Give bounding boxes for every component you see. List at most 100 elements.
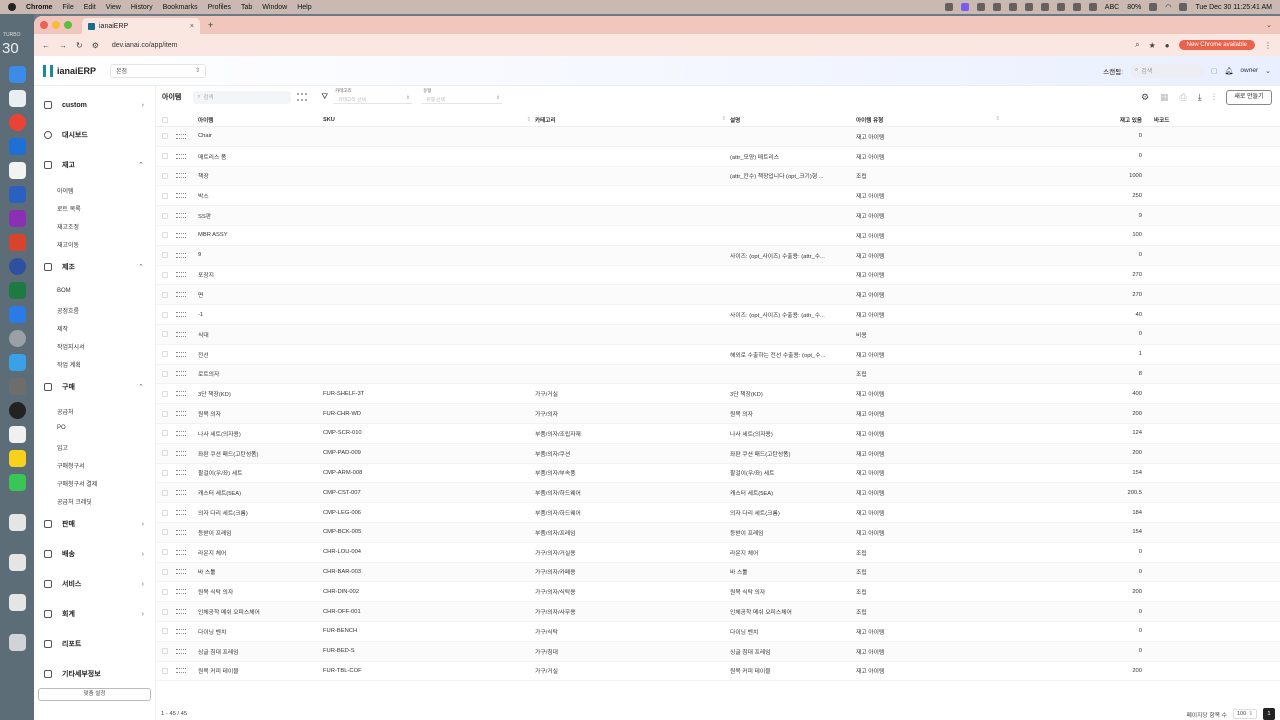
menu-view[interactable]: View xyxy=(106,4,121,11)
menu-tab[interactable]: Tab xyxy=(241,4,252,11)
row-checkbox[interactable] xyxy=(162,529,168,536)
download-icon[interactable]: ⤓ xyxy=(1198,92,1202,103)
sidebar-item-vendors[interactable]: 공급처 xyxy=(57,407,74,416)
status-icon[interactable] xyxy=(944,3,953,11)
per-page-select[interactable]: 100 ⇕ xyxy=(1233,709,1257,719)
table-row[interactable]: 캐스터 세트(5EA) CMP-CST-007 부품/의자/하드웨어 캐스터 세트(5… xyxy=(156,483,1280,504)
table-row[interactable]: 의자 다리 세트(크롬) CMP-LEG-006 부품/의자/하드웨어 의자 다리 세… xyxy=(156,503,1280,523)
drag-handle-icon[interactable] xyxy=(176,331,186,337)
row-checkbox[interactable] xyxy=(162,509,168,516)
drag-handle-icon[interactable] xyxy=(176,193,186,199)
tab-search-icon[interactable]: ⌄ xyxy=(1266,21,1272,29)
sidebar-item-vendor-credits[interactable]: 공급처 크레딧 xyxy=(57,497,92,506)
drag-handle-icon[interactable] xyxy=(176,609,186,615)
drag-handle-icon[interactable] xyxy=(176,411,186,417)
drag-handle-icon[interactable] xyxy=(176,213,186,219)
calculator-icon[interactable] xyxy=(9,378,26,395)
row-checkbox[interactable] xyxy=(162,133,168,140)
table-row[interactable]: 라운지 체어 CHR-LOU-004 가구/의자/거실용 라운지 체어 조립 0 xyxy=(156,543,1280,563)
profile-icon[interactable]: ● xyxy=(1165,41,1170,50)
table-row[interactable]: 인체공학 메쉬 오피스체어 CHR-OFF-001 가구/의자/사무용 인체공학 메쉬… xyxy=(156,602,1280,622)
row-checkbox[interactable] xyxy=(162,390,168,397)
type-select[interactable]: 유형 유형 선택 ⇕ xyxy=(422,88,503,104)
drag-handle-icon[interactable] xyxy=(176,133,186,139)
sliders-icon[interactable]: ⫶ xyxy=(1213,92,1215,103)
row-checkbox[interactable] xyxy=(162,648,168,655)
onenote-icon[interactable] xyxy=(9,210,26,227)
sidebar-item-transfer[interactable]: 재고이동 xyxy=(57,240,79,249)
trash-icon[interactable] xyxy=(9,634,26,651)
sort-icon[interactable]: ⇕ xyxy=(721,116,726,122)
drag-handle-icon[interactable] xyxy=(176,569,186,575)
screen-record-icon[interactable] xyxy=(960,3,969,11)
col-category[interactable]: 카테고리 ⇕ xyxy=(535,116,730,124)
drag-handle-icon[interactable] xyxy=(176,153,186,159)
bell-icon[interactable]: 🔔︎ xyxy=(1225,67,1234,75)
page-1-button[interactable]: 1 xyxy=(1263,708,1275,720)
sidebar-item-work-plan[interactable]: 작업 계획 xyxy=(57,360,81,369)
sidebar-item-bill-payments[interactable]: 구매청구서 결제 xyxy=(57,479,97,488)
status-icon[interactable] xyxy=(976,3,985,11)
status-icon[interactable] xyxy=(1040,3,1049,11)
menu-file[interactable]: File xyxy=(62,4,73,11)
sidebar-item-adjust[interactable]: 재고조정 xyxy=(57,222,79,231)
table-row[interactable]: -1 사이즈: (opt_사이즈) 수출용: (attr_수... 재고 아이템 40 xyxy=(156,305,1280,325)
row-checkbox[interactable] xyxy=(162,252,168,259)
row-checkbox[interactable] xyxy=(162,271,168,278)
row-checkbox[interactable] xyxy=(162,430,168,437)
row-checkbox[interactable] xyxy=(162,192,168,199)
select-all-checkbox[interactable] xyxy=(162,117,168,123)
zoom-window-icon[interactable] xyxy=(64,21,72,29)
outlook-icon[interactable] xyxy=(9,138,26,155)
logo-icon[interactable] xyxy=(43,64,53,77)
app-icon[interactable] xyxy=(9,258,26,275)
browser-tab[interactable]: ianaiERP × xyxy=(82,18,200,34)
col-in-stock[interactable]: 재고 있음 xyxy=(1004,116,1146,124)
drag-handle-icon[interactable] xyxy=(176,430,186,436)
table-row[interactable]: 매트리스 폼 (attr_모양) 매트리스 재고 아이템 0 xyxy=(156,147,1280,167)
col-sku[interactable]: SKU ⇕ xyxy=(323,117,535,123)
row-checkbox[interactable] xyxy=(162,608,168,615)
table-row[interactable]: 바 스툴 CHR-BAR-003 가구/의자/카페용 바 스툴 조립 0 xyxy=(156,562,1280,583)
app-store-icon[interactable] xyxy=(9,306,26,323)
bookmark-star-icon[interactable]: ★ xyxy=(1149,41,1156,50)
drag-handle-icon[interactable] xyxy=(176,450,186,456)
drag-handle-icon[interactable] xyxy=(176,490,186,496)
menu-chrome[interactable]: Chrome xyxy=(26,4,52,11)
table-row[interactable]: SS판 재고 아이템 9 xyxy=(156,206,1280,226)
table-row[interactable]: 나사 세트(의자용) CMP-SCR-010 부품/의자/조립자재 나사 세트(의자용… xyxy=(156,424,1280,444)
table-row[interactable]: 면 재고 아이템 270 xyxy=(156,285,1280,306)
col-barcode[interactable]: 바코드 xyxy=(1146,116,1256,124)
sidebar-section-reports[interactable]: 리포트 xyxy=(44,637,144,651)
sidebar-item-process[interactable]: 공정흐름 xyxy=(57,306,79,315)
menu-edit[interactable]: Edit xyxy=(84,4,96,11)
status-icon[interactable] xyxy=(1008,3,1017,11)
drag-handle-icon[interactable] xyxy=(176,312,186,318)
row-checkbox[interactable] xyxy=(162,291,168,298)
calendar-icon[interactable] xyxy=(9,162,26,179)
row-checkbox[interactable] xyxy=(162,588,168,595)
status-icon[interactable] xyxy=(1072,3,1081,11)
row-checkbox[interactable] xyxy=(162,469,168,476)
table-row[interactable]: 로트의자 조립 8 xyxy=(156,364,1280,385)
finder-icon[interactable] xyxy=(9,66,26,83)
sidebar-item-po[interactable]: PO xyxy=(57,425,66,431)
chevron-down-icon[interactable]: ⌄ xyxy=(1265,67,1271,75)
sort-icon[interactable]: ⇕ xyxy=(995,116,1000,122)
table-row[interactable]: 팔걸이(우/좌) 세트 CMP-ARM-008 부품/의자/부속품 팔걸이(우/좌) … xyxy=(156,464,1280,484)
word-icon[interactable] xyxy=(9,186,26,203)
sidebar-section-purchasing[interactable]: 구매 ⌃ xyxy=(44,380,144,394)
drag-handle-icon[interactable] xyxy=(176,272,186,278)
col-item[interactable]: 아이템 xyxy=(198,116,323,124)
menu-history[interactable]: History xyxy=(131,4,153,11)
table-row[interactable]: Chair 재고 아이템 0 xyxy=(156,127,1280,147)
sort-icon[interactable]: ⇕ xyxy=(526,117,531,123)
status-icon[interactable] xyxy=(1088,3,1097,11)
sidebar-item-bom[interactable]: BOM xyxy=(57,288,71,294)
minimize-window-icon[interactable] xyxy=(52,21,60,29)
table-row[interactable]: 박스 재고 아이템 250 xyxy=(156,186,1280,207)
forward-icon[interactable]: → xyxy=(59,41,67,50)
row-checkbox[interactable] xyxy=(162,311,168,318)
document-icon[interactable] xyxy=(9,514,26,531)
url-field[interactable]: dev.ianai.co/app/item xyxy=(112,42,178,49)
